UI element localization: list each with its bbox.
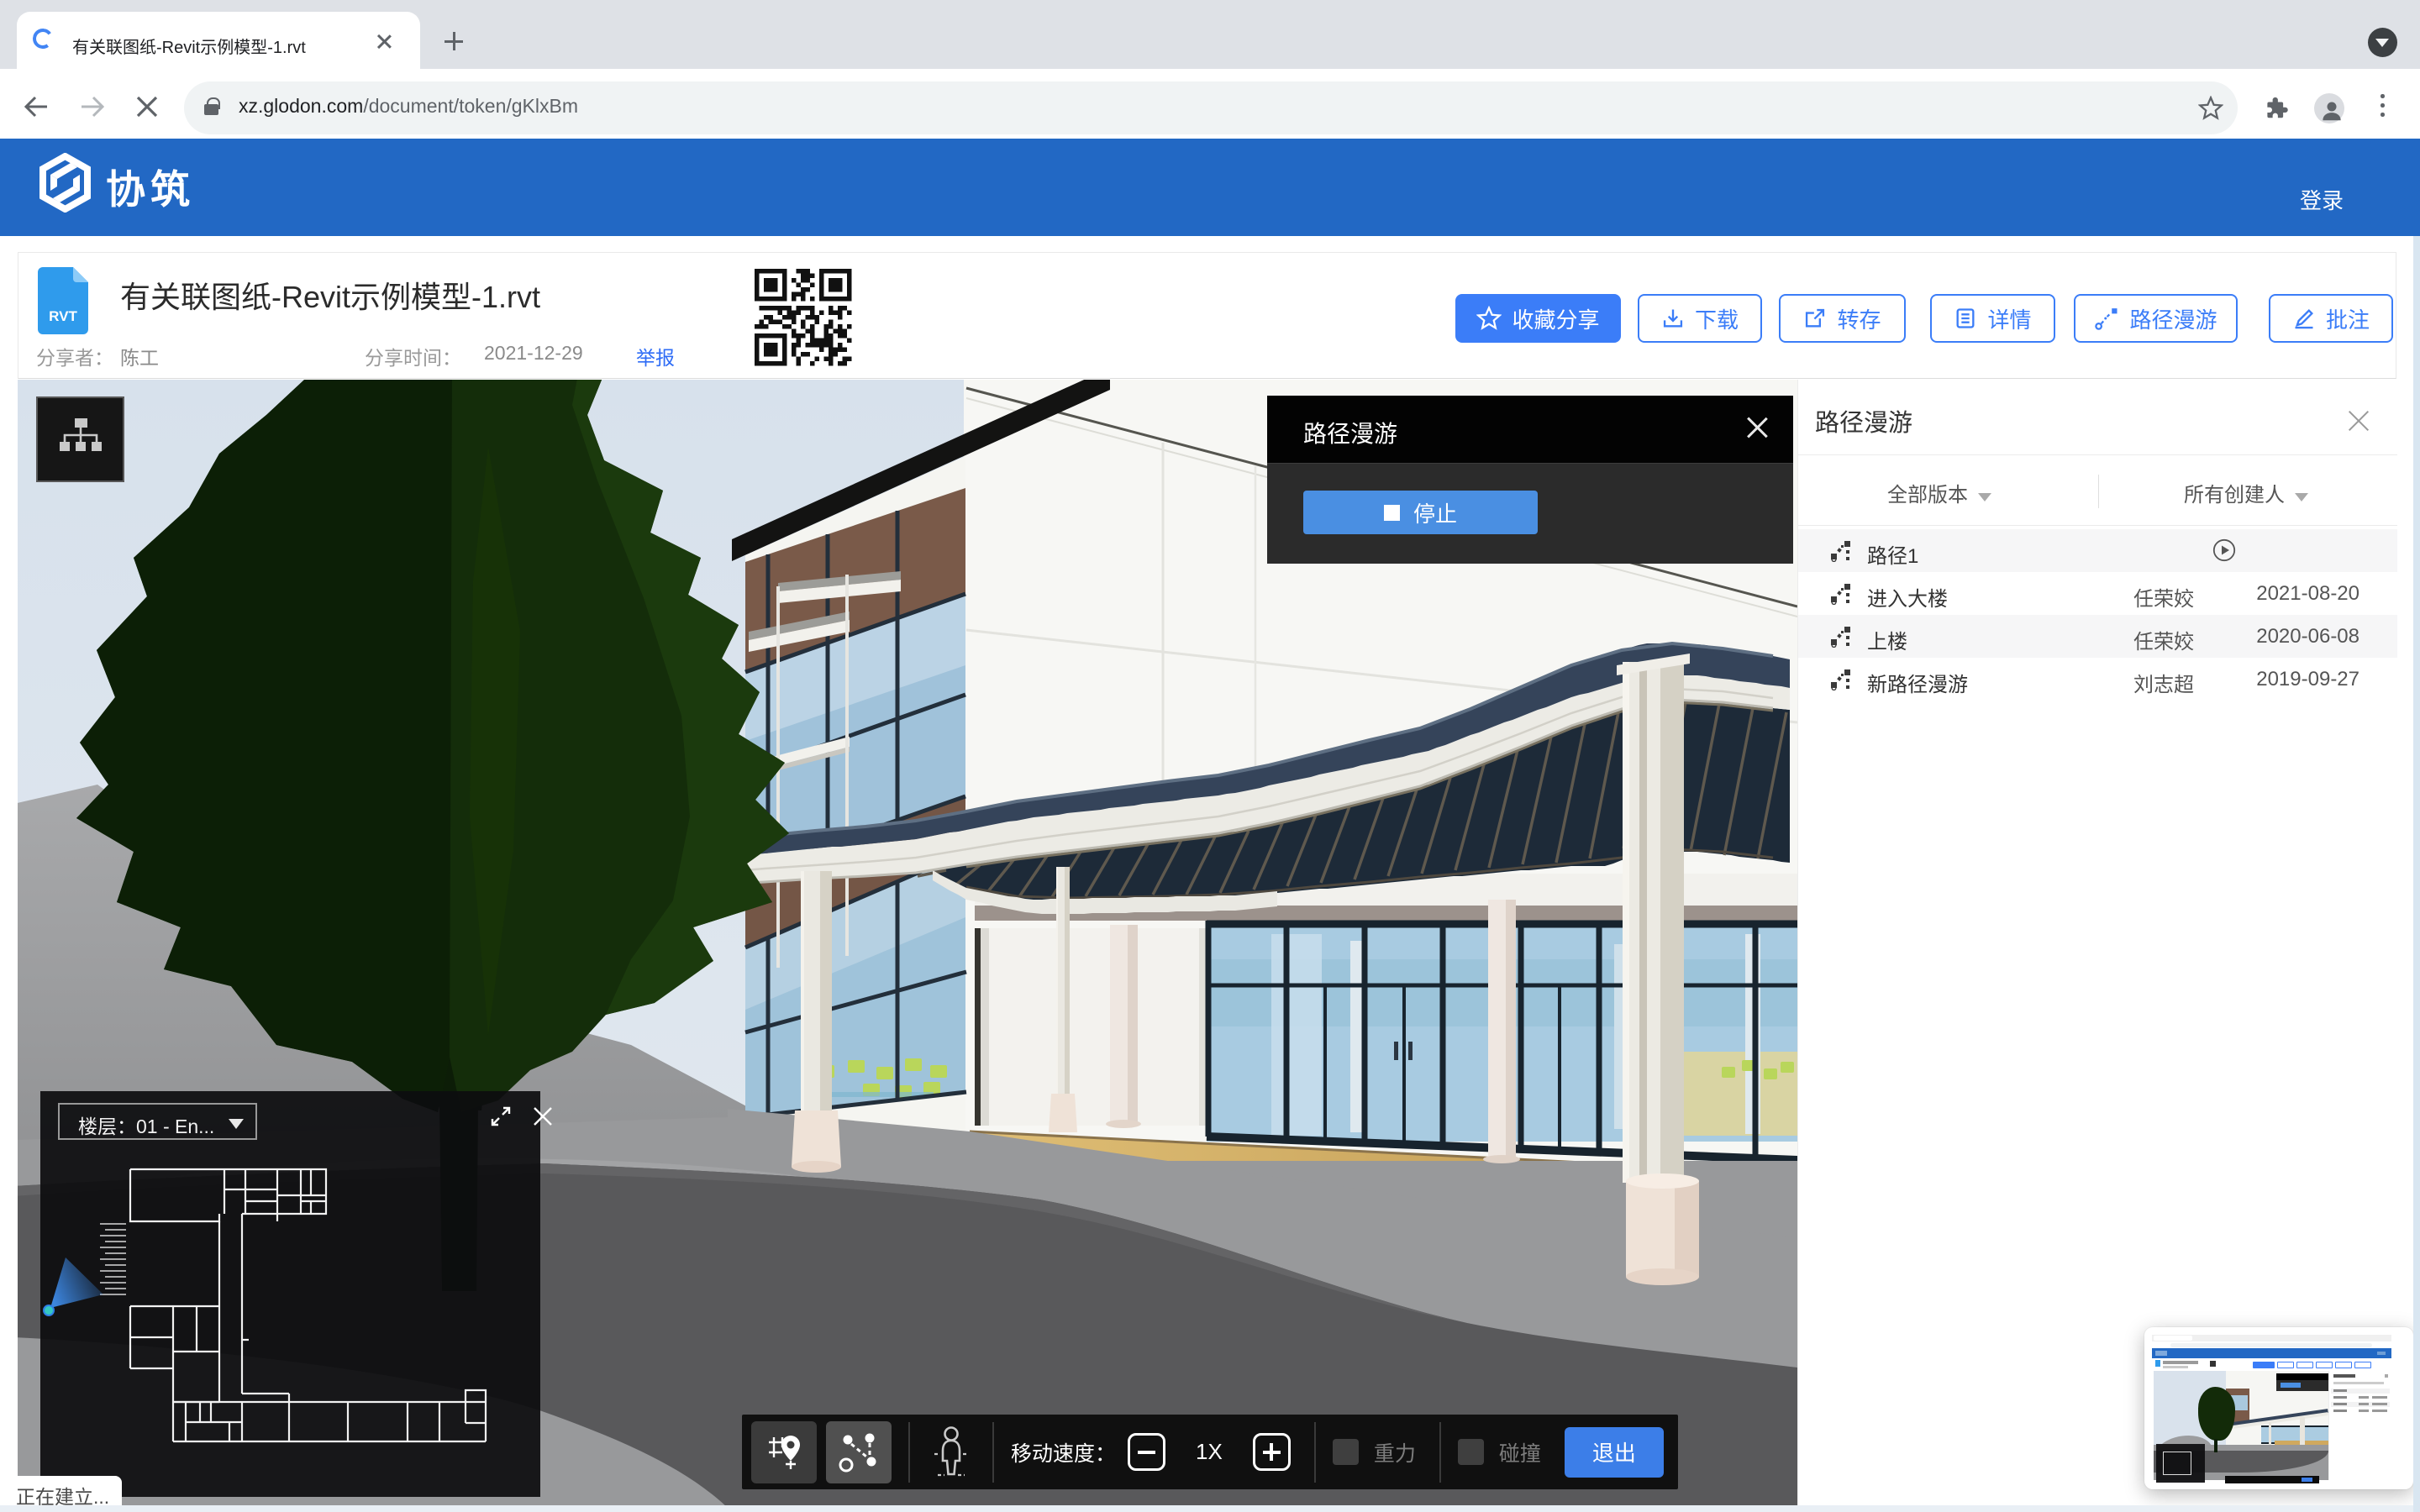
svg-text:RVT: RVT (49, 308, 77, 324)
